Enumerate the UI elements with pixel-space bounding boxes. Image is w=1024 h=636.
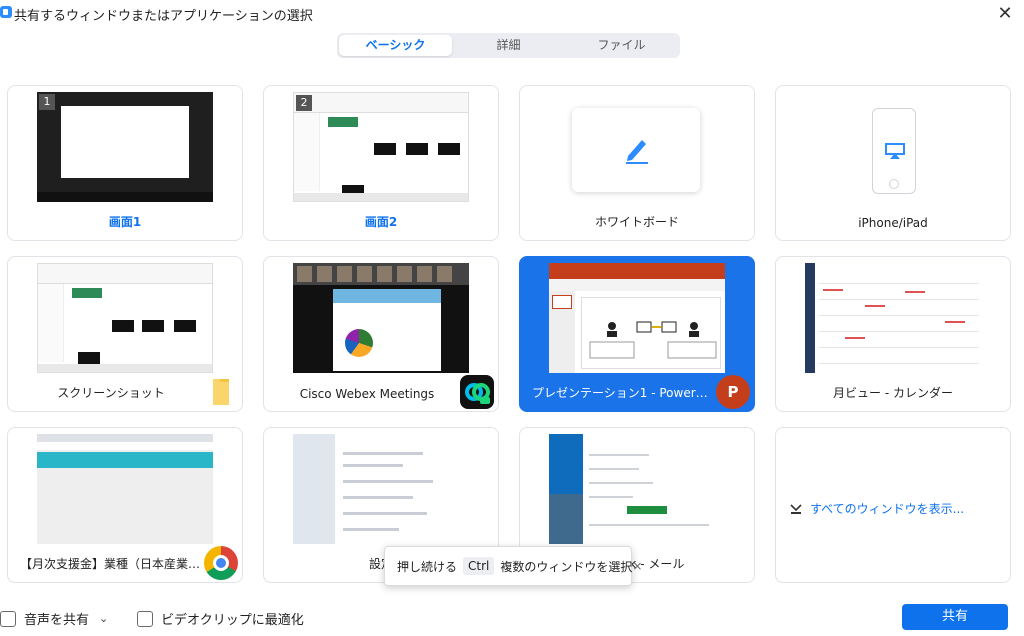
airplay-icon <box>885 143 905 159</box>
ctrl-key-badge: Ctrl <box>463 557 495 575</box>
card-label: 画面1 <box>108 215 142 229</box>
card-label: 月ビュー - カレンダー <box>833 386 953 400</box>
show-all-label: すべてのウィンドウを表示... <box>810 502 965 516</box>
card-label: 【月次支援金】業種（日本産業分... <box>20 557 212 571</box>
multi-select-tooltip: 押し続ける Ctrl 複数のウィンドウを選択 × <box>384 546 642 586</box>
share-card-webex[interactable]: Cisco Webex Meetings <box>263 256 499 412</box>
share-card-whiteboard[interactable]: ホワイトボード <box>519 85 755 241</box>
share-card-screenshot-folder[interactable]: スクリーンショット <box>7 256 243 412</box>
expand-down-icon <box>790 503 802 514</box>
tooltip-suffix: 複数のウィンドウを選択 <box>500 559 633 574</box>
share-card-chrome[interactable]: 【月次支援金】業種（日本産業分... <box>7 427 243 583</box>
share-audio-label: 音声を共有 <box>24 613 90 628</box>
webex-thumbnail <box>293 263 469 373</box>
phone-icon <box>872 108 916 194</box>
settings-thumbnail <box>293 434 469 544</box>
optimize-video-checkbox[interactable] <box>137 610 153 627</box>
title-bar: 共有するウィンドウまたはアプリケーションの選択 ✕ <box>0 0 1024 28</box>
screen-number-badge: 1 <box>39 94 55 110</box>
close-button[interactable]: ✕ <box>994 3 1016 25</box>
share-card-iphone-ipad[interactable]: iPhone/iPad <box>775 85 1011 241</box>
share-button[interactable]: 共有 <box>902 604 1008 630</box>
tooltip-close-button[interactable]: × <box>632 559 642 573</box>
tab-files[interactable]: ファイル <box>565 35 678 56</box>
tooltip-prefix: 押し続ける <box>397 559 458 574</box>
calendar-thumbnail <box>805 263 981 373</box>
share-card-show-all[interactable]: すべてのウィンドウを表示... <box>775 427 1011 583</box>
card-label: スクリーンショット <box>57 386 165 400</box>
card-label: Cisco Webex Meetings <box>299 387 435 401</box>
card-label: プレゼンテーション1 - PowerPoint <box>532 386 726 400</box>
share-card-screen-1[interactable]: 1 画面1 <box>7 85 243 241</box>
chrome-thumbnail <box>37 434 213 544</box>
card-label: 画面2 <box>364 215 398 229</box>
optimize-video-option[interactable]: ビデオクリップに最適化 <box>137 609 304 628</box>
tab-advanced[interactable]: 詳細 <box>452 35 565 56</box>
zoom-logo-icon <box>0 6 12 18</box>
share-audio-option[interactable]: 音声を共有 ⌄ <box>0 609 108 628</box>
share-card-calendar[interactable]: 月ビュー - カレンダー <box>775 256 1011 412</box>
screen-number-badge: 2 <box>296 95 312 111</box>
tab-basic[interactable]: ベーシック <box>339 35 452 56</box>
share-tabs: ベーシック 詳細 ファイル <box>337 33 680 58</box>
pen-icon <box>626 140 648 164</box>
share-audio-checkbox[interactable] <box>0 610 16 627</box>
window-title: 共有するウィンドウまたはアプリケーションの選択 <box>14 9 313 24</box>
chevron-down-icon[interactable]: ⌄ <box>99 612 108 625</box>
screen-2-thumbnail: 2 <box>293 92 469 202</box>
card-label: iPhone/iPad <box>858 216 928 230</box>
whiteboard-thumbnail <box>572 108 700 192</box>
show-all-windows-link[interactable]: すべてのウィンドウを表示... <box>790 500 964 517</box>
explorer-thumbnail <box>37 263 213 373</box>
powerpoint-thumbnail <box>549 263 725 373</box>
footer-bar: 音声を共有 ⌄ ビデオクリップに最適化 <box>0 600 1024 636</box>
card-label: ホワイトボード <box>594 215 679 229</box>
outlook-thumbnail <box>549 434 725 544</box>
share-card-powerpoint[interactable]: P プレゼンテーション1 - PowerPoint <box>519 256 755 412</box>
screen-1-thumbnail: 1 <box>37 92 213 202</box>
optimize-video-label: ビデオクリップに最適化 <box>161 613 304 628</box>
share-card-screen-2[interactable]: 2 画面2 <box>263 85 499 241</box>
